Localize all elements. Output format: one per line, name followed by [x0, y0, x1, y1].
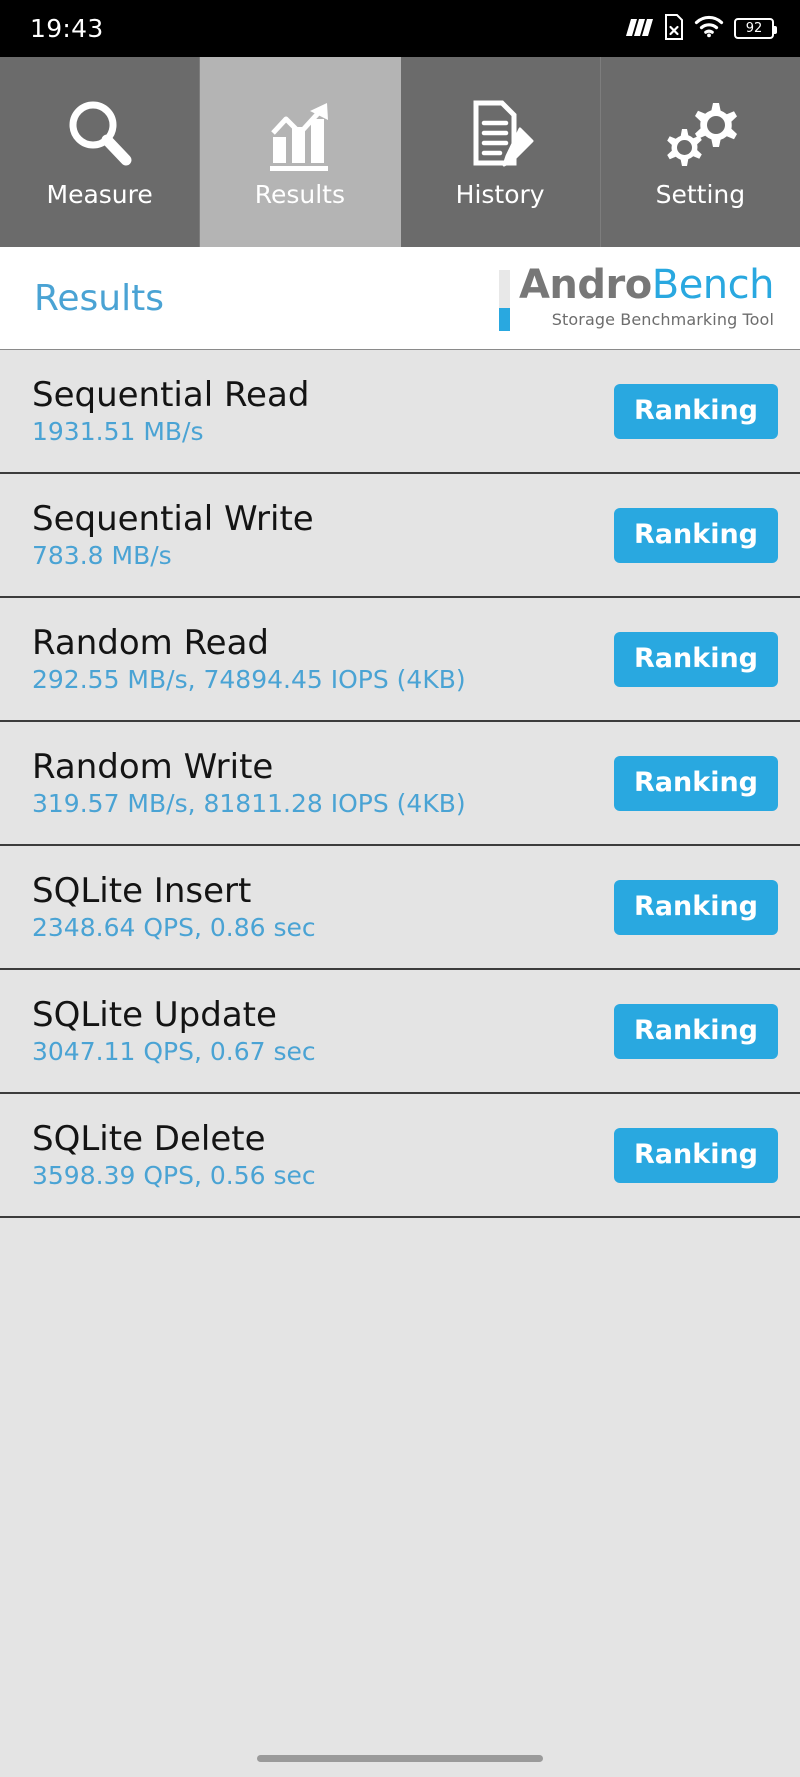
tab-bar: Measure Results History Setting	[0, 57, 800, 247]
document-pencil-icon	[460, 92, 540, 178]
tab-history-label: History	[455, 179, 545, 209]
table-row[interactable]: Sequential Read 1931.51 MB/s Ranking	[0, 350, 800, 474]
result-title: SQLite Insert	[32, 870, 252, 911]
result-value: 292.55 MB/s, 74894.45 IOPS (4KB)	[32, 665, 466, 695]
table-row[interactable]: SQLite Delete 3598.39 QPS, 0.56 sec Rank…	[0, 1094, 800, 1218]
battery-level-label: 92	[745, 21, 763, 36]
result-value: 2348.64 QPS, 0.86 sec	[32, 913, 316, 943]
bar-chart-icon	[260, 92, 340, 178]
tab-history[interactable]: History	[400, 57, 601, 247]
page-header: Results AndroBench Storage Benchmarking …	[0, 247, 800, 350]
result-title: Sequential Read	[32, 374, 310, 415]
ranking-button[interactable]: Ranking	[614, 1003, 778, 1059]
status-clock: 19:43	[30, 14, 104, 43]
sim-card-off-icon	[664, 13, 684, 44]
result-text-group: SQLite Insert 2348.64 QPS, 0.86 sec	[32, 871, 316, 943]
androbench-logo: AndroBench Storage Benchmarking Tool	[498, 265, 775, 331]
ranking-button[interactable]: Ranking	[614, 383, 778, 439]
tab-setting[interactable]: Setting	[600, 57, 800, 247]
result-text-group: Sequential Read 1931.51 MB/s	[32, 375, 309, 447]
gears-icon	[657, 92, 743, 178]
ranking-button[interactable]: Ranking	[614, 755, 778, 811]
battery-icon: 92	[734, 18, 777, 39]
result-title: Random Write	[32, 746, 274, 787]
tab-setting-label: Setting	[655, 179, 746, 209]
logo-andro: Andro	[518, 261, 652, 308]
phone-screen: 19:43 92 Measure Results History Setting…	[0, 0, 800, 1777]
results-list: Sequential Read 1931.51 MB/s Ranking Seq…	[0, 350, 800, 1479]
result-value: 783.8 MB/s	[32, 541, 172, 571]
result-value: 1931.51 MB/s	[32, 417, 204, 447]
tab-measure-label: Measure	[46, 179, 153, 209]
tab-measure[interactable]: Measure	[0, 57, 201, 247]
result-text-group: SQLite Delete 3598.39 QPS, 0.56 sec	[32, 1119, 316, 1191]
tab-results-label: Results	[254, 179, 346, 209]
logo-bars-icon	[498, 266, 510, 331]
result-text-group: Random Write 319.57 MB/s, 81811.28 IOPS …	[32, 747, 466, 819]
tab-results[interactable]: Results	[200, 57, 401, 247]
logo-bench: Bench	[651, 261, 775, 308]
result-value: 319.57 MB/s, 81811.28 IOPS (4KB)	[32, 789, 466, 819]
result-text-group: Sequential Write 783.8 MB/s	[32, 499, 314, 571]
ranking-button[interactable]: Ranking	[614, 507, 778, 563]
table-row[interactable]: Random Write 319.57 MB/s, 81811.28 IOPS …	[0, 722, 800, 846]
result-title: SQLite Delete	[32, 1118, 266, 1159]
result-value: 3047.11 QPS, 0.67 sec	[32, 1037, 316, 1067]
status-icon-group: 92	[622, 13, 777, 44]
home-gesture-pill[interactable]	[257, 1754, 543, 1762]
result-value: 3598.39 QPS, 0.56 sec	[32, 1161, 316, 1191]
table-row[interactable]: SQLite Update 3047.11 QPS, 0.67 sec Rank…	[0, 970, 800, 1094]
result-text-group: SQLite Update 3047.11 QPS, 0.67 sec	[32, 995, 316, 1067]
table-row[interactable]: Random Read 292.55 MB/s, 74894.45 IOPS (…	[0, 598, 800, 722]
result-text-group: Random Read 292.55 MB/s, 74894.45 IOPS (…	[32, 623, 466, 695]
status-bar: 19:43 92	[0, 0, 800, 57]
logo-subtitle: Storage Benchmarking Tool	[551, 309, 774, 329]
table-row[interactable]: SQLite Insert 2348.64 QPS, 0.86 sec Rank…	[0, 846, 800, 970]
empty-list-area	[0, 1478, 800, 1739]
result-title: Random Read	[32, 622, 270, 663]
magnifier-icon	[60, 92, 140, 178]
result-title: Sequential Write	[32, 498, 314, 539]
system-navigation-bar	[0, 1739, 800, 1777]
ranking-button[interactable]: Ranking	[614, 631, 778, 687]
page-title: Results	[34, 277, 164, 319]
result-title: SQLite Update	[32, 994, 277, 1035]
signal-icon	[622, 16, 654, 42]
logo-wordmark: AndroBench	[519, 265, 775, 305]
ranking-button[interactable]: Ranking	[614, 879, 778, 935]
ranking-button[interactable]: Ranking	[614, 1127, 778, 1183]
table-row[interactable]: Sequential Write 783.8 MB/s Ranking	[0, 474, 800, 598]
wifi-icon	[694, 15, 724, 42]
logo-text: AndroBench Storage Benchmarking Tool	[519, 265, 775, 329]
